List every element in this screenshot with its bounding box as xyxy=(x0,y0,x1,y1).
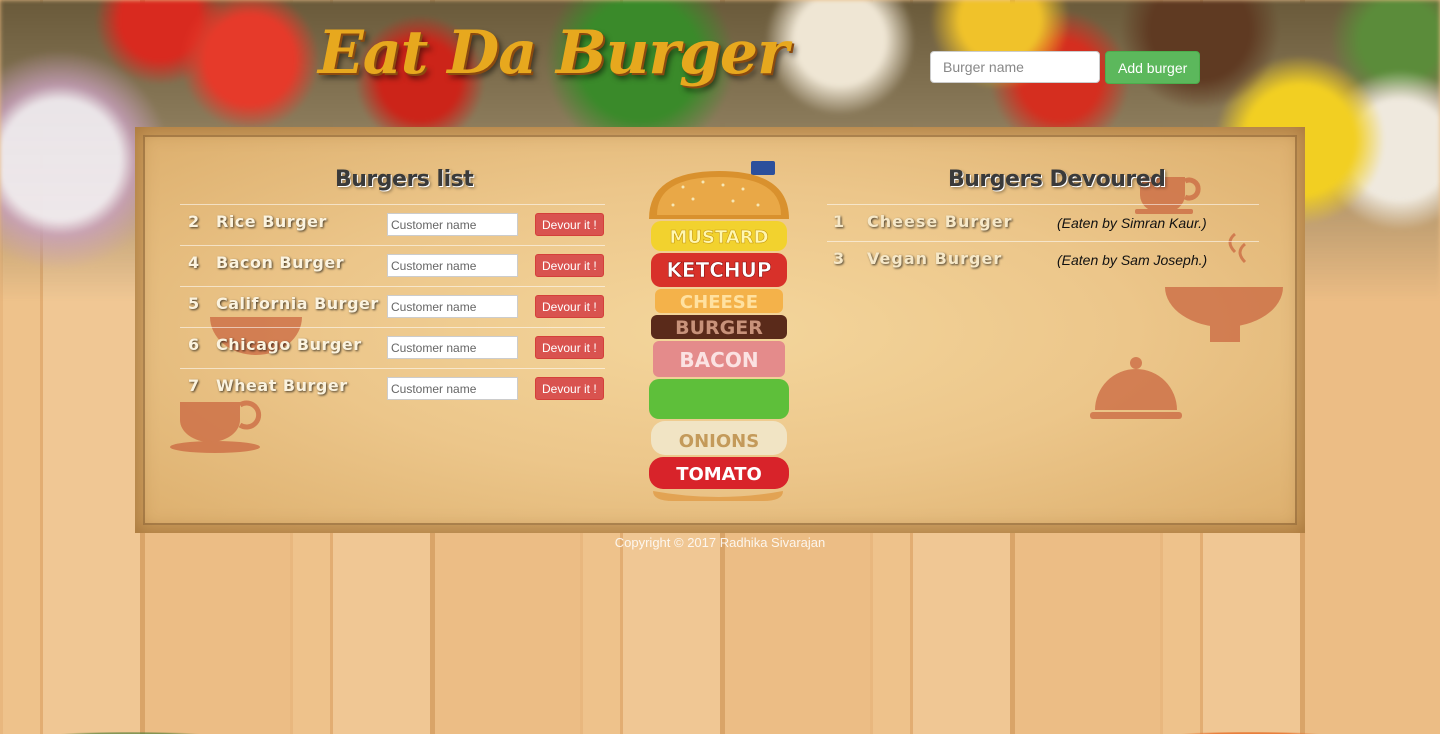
lettuce-layer xyxy=(649,379,789,419)
devour-button[interactable]: Devour it ! xyxy=(535,377,604,400)
site-logo: Eat Da Burger xyxy=(318,18,789,88)
devour-button[interactable]: Devour it ! xyxy=(535,336,604,359)
eaten-by-text: (Eaten by Sam Joseph.) xyxy=(1057,252,1208,268)
burger-illustration: MUSTARD KETCHUP CHEESE BURGER BACON ONIO… xyxy=(649,161,789,501)
burger-name: Bacon Burger xyxy=(216,253,345,272)
customer-name-input[interactable] xyxy=(387,254,518,277)
burgers-devoured-title: Burgers Devoured xyxy=(948,167,1166,192)
copyright-footer: Copyright © 2017 Radhika Sivarajan xyxy=(614,535,826,550)
mustard-layer xyxy=(651,221,787,251)
customer-name-input[interactable] xyxy=(387,336,518,359)
devoured-row: 3 Vegan Burger (Eaten by Sam Joseph.) xyxy=(827,241,1259,278)
bacon-layer xyxy=(653,341,785,377)
burger-name: California Burger xyxy=(216,294,379,313)
onion-layer xyxy=(651,421,787,455)
eaten-by-text: (Eaten by Simran Kaur.) xyxy=(1057,215,1207,231)
devour-button[interactable]: Devour it ! xyxy=(535,213,604,236)
devoured-burger-name: Cheese Burger xyxy=(867,212,1013,231)
burger-row: 7 Wheat Burger Devour it ! xyxy=(180,368,605,409)
add-burger-button[interactable]: Add burger xyxy=(1105,51,1201,84)
cloche-icon xyxy=(1090,357,1182,419)
main-panel: Burgers list 2 Rice Burger Devour it ! 4 Bac… xyxy=(135,127,1305,533)
cheese-layer xyxy=(655,289,783,313)
coffee-cup-icon xyxy=(1135,177,1201,214)
burger-id: 6 xyxy=(188,335,200,354)
soup-bowl-icon xyxy=(1165,232,1283,342)
svg-text:CHEESE: CHEESE xyxy=(680,292,758,313)
customer-name-input[interactable] xyxy=(387,295,518,318)
burger-name: Chicago Burger xyxy=(216,335,362,354)
burgers-list-title: Burgers list xyxy=(335,167,474,192)
svg-text:ONIONS: ONIONS xyxy=(679,431,759,452)
svg-text:TOMATO: TOMATO xyxy=(676,464,762,485)
burger-id: 7 xyxy=(188,376,200,395)
devour-button[interactable]: Devour it ! xyxy=(535,295,604,318)
burger-row: 2 Rice Burger Devour it ! xyxy=(180,204,605,245)
burger-id: 5 xyxy=(188,294,200,313)
stew-bowl-icon xyxy=(210,317,302,355)
tea-cup-icon xyxy=(170,400,262,453)
svg-text:MUSTARD: MUSTARD xyxy=(669,227,768,248)
burger-row: 4 Bacon Burger Devour it ! xyxy=(180,245,605,286)
footer-background xyxy=(0,694,1440,734)
svg-text:BACON: BACON xyxy=(679,348,758,372)
burger-row: 6 Chicago Burger Devour it ! xyxy=(180,327,605,368)
customer-name-input[interactable] xyxy=(387,213,518,236)
patty-layer xyxy=(651,315,787,339)
burger-name: Rice Burger xyxy=(216,212,327,231)
burger-id: 4 xyxy=(188,253,200,272)
devour-button[interactable]: Devour it ! xyxy=(535,254,604,277)
burgers-devoured-list: 1 Cheese Burger (Eaten by Simran Kaur.) 3 Ve… xyxy=(827,204,1259,278)
devoured-id: 1 xyxy=(833,212,845,231)
burger-name: Wheat Burger xyxy=(216,376,348,395)
ketchup-layer xyxy=(651,253,787,287)
burger-row: 5 California Burger Devour it ! xyxy=(180,286,605,327)
burger-name-input[interactable] xyxy=(930,51,1100,83)
devoured-row: 1 Cheese Burger (Eaten by Simran Kaur.) xyxy=(827,204,1259,241)
devoured-burger-name: Vegan Burger xyxy=(867,249,1003,268)
burger-id: 2 xyxy=(188,212,200,231)
customer-name-input[interactable] xyxy=(387,377,518,400)
svg-text:BURGER: BURGER xyxy=(675,317,763,339)
tomato-layer xyxy=(649,457,789,489)
svg-text:KETCHUP: KETCHUP xyxy=(666,258,771,282)
add-burger-form: Add burger xyxy=(930,51,1201,84)
devoured-id: 3 xyxy=(833,249,845,268)
burgers-list: 2 Rice Burger Devour it ! 4 Bacon Burger Devo… xyxy=(180,204,605,409)
